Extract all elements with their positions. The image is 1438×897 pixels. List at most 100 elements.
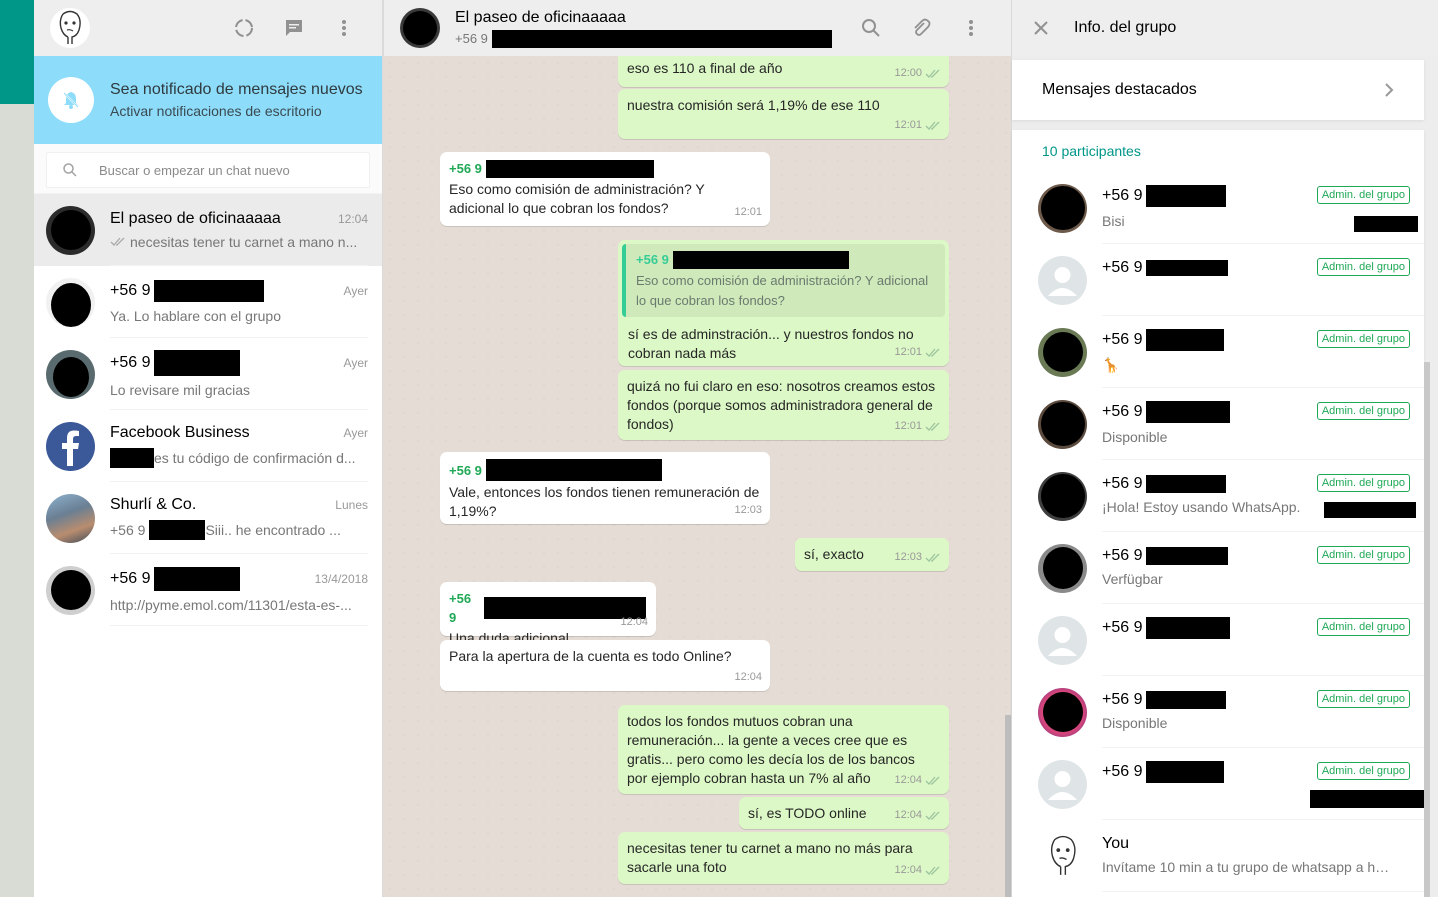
participant-item[interactable]: +56 9 Verfügbar Admin. del grupo bbox=[1012, 532, 1424, 604]
message-text: todos los fondos mutuos cobran una remun… bbox=[627, 713, 915, 786]
double-check-icon bbox=[925, 422, 940, 431]
participant-item[interactable]: +56 9 Admin. del grupo bbox=[1012, 604, 1424, 676]
participant-item[interactable]: +56 9 Disponible Admin. del grupo bbox=[1012, 388, 1424, 460]
participant-status: Disponible bbox=[1102, 715, 1168, 731]
chat-preview-sender: +56 9 bbox=[110, 521, 146, 538]
participant-item[interactable]: +56 9 Disponible Admin. del grupo bbox=[1012, 676, 1424, 748]
participant-number: +56 9 bbox=[1102, 619, 1143, 636]
message-time: 12:04 bbox=[620, 616, 648, 628]
starred-messages-row[interactable]: Mensajes destacados bbox=[1012, 60, 1424, 120]
quoted-message[interactable]: +56 9 Eso como comisión de administració… bbox=[622, 244, 945, 317]
chat-preview: Ya. Lo hablare con el grupo bbox=[110, 307, 281, 324]
participant-item[interactable]: +56 9 🦒 Admin. del grupo bbox=[1012, 316, 1424, 388]
redaction bbox=[1146, 475, 1227, 493]
whatsapp-web-app: Sea notificado de mensajes nuevos Activa… bbox=[34, 0, 1438, 897]
message-sender: +56 9 bbox=[449, 462, 482, 478]
chat-item-facebook-business[interactable]: Facebook Business Ayer es tu código de c… bbox=[34, 410, 382, 482]
participant-number: +56 9 bbox=[1102, 331, 1143, 348]
message-time: 12:01 bbox=[734, 206, 762, 218]
message-time: 12:04 bbox=[894, 864, 922, 876]
redaction bbox=[1354, 216, 1418, 232]
participant-item-you[interactable]: You Invítame 10 min a tu grupo de whatsa… bbox=[1012, 820, 1424, 892]
message-time: 12:03 bbox=[894, 551, 922, 563]
participant-item[interactable]: +56 9 Bisi Admin. del grupo bbox=[1012, 172, 1424, 244]
double-check-icon bbox=[925, 811, 940, 820]
facebook-logo-icon bbox=[46, 421, 95, 471]
info-scrollbar[interactable] bbox=[1424, 362, 1430, 897]
participant-item[interactable]: +56 9 Admin. del grupo bbox=[1012, 244, 1424, 316]
menu-icon[interactable] bbox=[334, 18, 354, 38]
admin-badge: Admin. del grupo bbox=[1316, 474, 1410, 492]
conversation-header[interactable]: El paseo de oficinaaaaa +56 9 bbox=[383, 0, 1011, 56]
search-input[interactable] bbox=[99, 162, 339, 178]
avatar bbox=[1038, 399, 1087, 449]
message-time: 12:04 bbox=[734, 671, 762, 683]
attach-icon[interactable] bbox=[911, 18, 931, 38]
chat-list-panel: Sea notificado de mensajes nuevos Activa… bbox=[34, 0, 383, 897]
starred-label: Mensajes destacados bbox=[1042, 81, 1197, 98]
chat-preview: Lo revisare mil gracias bbox=[110, 381, 251, 398]
notification-banner[interactable]: Sea notificado de mensajes nuevos Activa… bbox=[34, 56, 382, 144]
chat-time: Ayer bbox=[343, 425, 368, 440]
menu-icon[interactable] bbox=[961, 18, 981, 38]
group-avatar[interactable] bbox=[400, 8, 440, 48]
chat-name: El paseo de oficinaaaaa bbox=[110, 209, 281, 227]
chat-item-shurli-co[interactable]: Shurlí & Co. Lunes +56 9 Siii.. he encon… bbox=[34, 482, 382, 554]
chat-item-contact-2[interactable]: +56 9 Ayer Lo revisare mil gracias bbox=[34, 338, 382, 410]
message-incoming[interactable]: +56 9 Eso como comisión de administració… bbox=[440, 152, 770, 226]
redaction bbox=[1310, 790, 1424, 808]
double-check-icon bbox=[925, 553, 940, 562]
message-outgoing[interactable]: quizá no fui claro en eso: nosotros crea… bbox=[618, 370, 949, 440]
search-icon[interactable] bbox=[861, 18, 881, 38]
participant-number: +56 9 bbox=[1102, 187, 1143, 204]
chat-item-contact-1[interactable]: +56 9 Ayer Ya. Lo hablare con el grupo bbox=[34, 266, 382, 338]
search-icon bbox=[63, 163, 77, 177]
message-outgoing[interactable]: nuestra comisión será 1,19% de ese 110 1… bbox=[618, 89, 949, 139]
group-info-title: Info. del grupo bbox=[1074, 19, 1177, 36]
chat-time: Ayer bbox=[343, 283, 368, 298]
notification-subtitle[interactable]: Activar notificaciones de escritorio bbox=[110, 103, 363, 119]
message-time: 12:03 bbox=[734, 504, 762, 516]
message-incoming[interactable]: Para la apertura de la cuenta es todo On… bbox=[440, 640, 770, 691]
chat-item-contact-3[interactable]: +56 9 13/4/2018 http://pyme.emol.com/113… bbox=[34, 554, 382, 626]
participant-item[interactable]: +56 9 Admin. del grupo bbox=[1012, 748, 1424, 820]
redaction bbox=[1146, 329, 1225, 351]
chat-item-el-paseo[interactable]: El paseo de oficinaaaaa 12:04 necesitas … bbox=[34, 194, 382, 266]
participant-number: +56 9 bbox=[1102, 259, 1143, 276]
avatar bbox=[46, 277, 95, 327]
message-outgoing-reply[interactable]: +56 9 Eso como comisión de administració… bbox=[618, 240, 949, 366]
admin-badge: Admin. del grupo bbox=[1316, 402, 1410, 420]
message-list[interactable]: eso es 110 a final de año 12:00 nuestra … bbox=[383, 56, 1011, 897]
status-icon[interactable] bbox=[234, 18, 254, 38]
avatar bbox=[46, 205, 95, 255]
message-outgoing[interactable]: todos los fondos mutuos cobran una remun… bbox=[618, 705, 949, 794]
group-info-panel: Info. del grupo Mensajes destacados 10 p… bbox=[1011, 0, 1438, 897]
my-avatar[interactable] bbox=[50, 8, 90, 48]
close-icon[interactable] bbox=[1034, 21, 1048, 35]
participant-status bbox=[1102, 283, 1392, 300]
group-info-header: Info. del grupo bbox=[1012, 0, 1438, 56]
chat-preview: es tu código de confirmación d... bbox=[154, 449, 356, 466]
message-incoming[interactable]: +56 9 Vale, entonces los fondos tienen r… bbox=[440, 452, 770, 524]
participant-status bbox=[1102, 645, 1392, 662]
message-text: sí, exacto bbox=[804, 546, 864, 562]
admin-badge: Admin. del grupo bbox=[1316, 258, 1410, 276]
message-time: 12:04 bbox=[894, 809, 922, 821]
message-outgoing[interactable]: necesitas tener tu carnet a mano no más … bbox=[618, 832, 949, 884]
redaction bbox=[1146, 260, 1229, 276]
participants-list: 10 participantes +56 9 Bisi Admin. del g… bbox=[1012, 130, 1424, 897]
participant-number: +56 9 bbox=[1102, 763, 1143, 780]
quoted-sender: +56 9 bbox=[636, 252, 669, 267]
message-outgoing[interactable]: sí, es TODO online 12:04 bbox=[739, 797, 949, 829]
chat-time: 12:04 bbox=[337, 211, 368, 226]
chat-preview: necesitas tener tu carnet a mano n... bbox=[130, 233, 358, 250]
message-incoming[interactable]: +56 9 Una duda adicional 12:04 bbox=[440, 582, 656, 646]
message-outgoing[interactable]: eso es 110 a final de año 12:00 bbox=[618, 56, 949, 87]
message-time: 12:00 bbox=[894, 67, 922, 79]
redaction bbox=[1324, 502, 1416, 518]
participant-item[interactable]: +56 9 ¡Hola! Estoy usando WhatsApp. Admi… bbox=[1012, 460, 1424, 532]
message-outgoing[interactable]: sí, exacto 12:03 bbox=[795, 538, 949, 571]
default-avatar-icon bbox=[1038, 759, 1087, 809]
message-text: necesitas tener tu carnet a mano no más … bbox=[627, 840, 913, 875]
new-chat-icon[interactable] bbox=[284, 18, 304, 38]
